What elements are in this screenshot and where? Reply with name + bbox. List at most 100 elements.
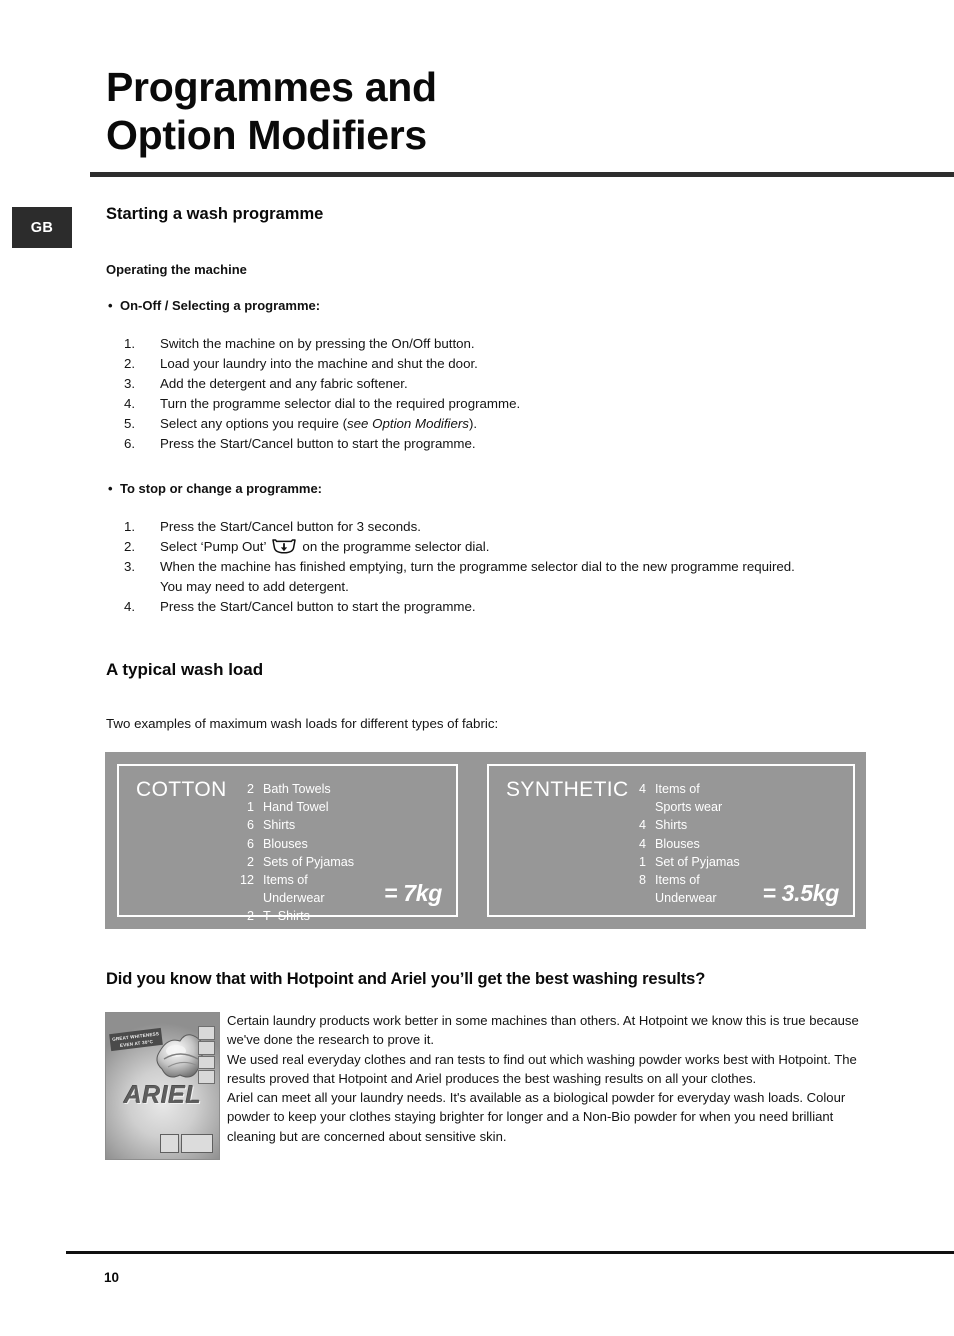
list-item: 12 Items of Underwear — [237, 871, 354, 907]
item-label: Blouses — [655, 836, 700, 851]
bullet-dot-icon: • — [108, 481, 113, 496]
item-label: Sets of Pyjamas — [263, 854, 354, 869]
list-item: 6. Press the Start/Cancel button to star… — [124, 434, 520, 454]
item-quantity: 12 — [239, 873, 254, 888]
footer-divider — [66, 1251, 954, 1254]
steps-list-stop-change: 1. Press the Start/Cancel button for 3 s… — [124, 517, 795, 617]
wash-load-panel-cotton: COTTON 2 Bath Towels 1 Hand Towel 6 Shir… — [117, 764, 458, 923]
section-heading-ariel-promo: Did you know that with Hotpoint and Arie… — [106, 970, 706, 988]
item-label: Items of Underwear — [263, 873, 325, 906]
wash-panel-total-weight: = 7kg — [384, 880, 442, 906]
ariel-paragraph: We used real everyday clothes and ran te… — [227, 1051, 857, 1086]
section-heading-typical-wash-load: A typical wash load — [106, 660, 264, 679]
wash-load-panel-synthetic: SYNTHETIC 4 Items of Sports wear 4 Shirt… — [487, 764, 855, 917]
list-item: 2 Sets of Pyjamas — [237, 853, 354, 871]
page-number: 10 — [104, 1270, 120, 1285]
list-item: 4. Turn the programme selector dial to t… — [124, 394, 520, 414]
item-quantity: 4 — [638, 818, 646, 833]
list-item: 2 T–Shirts — [237, 907, 354, 925]
page-title-line-2: Option Modifiers — [106, 111, 427, 158]
bullet-label: On-Off / Selecting a programme: — [120, 298, 321, 313]
list-item: 4. Press the Start/Cancel button to star… — [124, 597, 795, 617]
item-label: Shirts — [263, 818, 296, 833]
step-number: 1. — [124, 336, 136, 351]
step-number: 4. — [124, 396, 136, 411]
list-item: 2. Select ‘Pump Out’ on the programme sel… — [124, 537, 795, 557]
step-text: When the machine has finished emptying, … — [160, 559, 795, 594]
list-item: 4 Items of Sports wear — [629, 780, 740, 816]
list-item: 1 Hand Towel — [237, 798, 354, 816]
step-text: Press the Start/Cancel button to start t… — [160, 436, 476, 451]
step-text: Turn the programme selector dial to the … — [160, 396, 521, 411]
item-quantity: 2 — [246, 909, 254, 924]
pack-side-icon — [198, 1055, 215, 1070]
item-label: Hand Towel — [263, 800, 329, 815]
bullet-dot-icon: • — [108, 298, 113, 313]
step-text: Switch the machine on by pressing the On… — [160, 336, 475, 351]
list-item: 4 Blouses — [629, 835, 740, 853]
item-label: Set of Pyjamas — [655, 854, 740, 869]
ariel-paragraph: Certain laundry products work better in … — [227, 1013, 859, 1048]
list-item: 6 Blouses — [237, 835, 354, 853]
item-quantity: 2 — [246, 854, 254, 869]
ariel-brand-wordmark: ARIEL — [123, 1081, 202, 1109]
ariel-paragraph: Ariel can meet all your laundry needs. I… — [227, 1090, 846, 1144]
step-number: 1. — [124, 519, 136, 534]
item-label: Shirts — [655, 818, 688, 833]
step-number: 5. — [124, 416, 136, 431]
section-heading-starting-wash-programme: Starting a wash programme — [106, 205, 324, 223]
step-text: Load your laundry into the machine and s… — [160, 356, 478, 371]
bullet-label: To stop or change a programme: — [120, 481, 323, 496]
pack-bottom-icon-strip — [160, 1134, 213, 1153]
step-text-emphasis: see Option Modifiers — [347, 416, 469, 431]
bullet-on-off-selecting-programme: • On-Off / Selecting a programme: — [108, 298, 321, 313]
subheading-operating-the-machine: Operating the machine — [106, 262, 247, 277]
step-text: Select any options you require (see Opti… — [160, 414, 520, 434]
pack-side-icon — [198, 1026, 215, 1040]
locale-badge-gb: GB — [12, 207, 72, 248]
list-item: 3. When the machine has finished emptyin… — [124, 557, 795, 596]
list-item: 3. Add the detergent and any fabric soft… — [124, 374, 520, 394]
list-item: 4 Shirts — [629, 816, 740, 834]
step-number: 3. — [124, 376, 136, 391]
item-quantity: 4 — [638, 782, 646, 796]
pump-out-drain-icon — [271, 538, 297, 555]
list-item: 1 Set of Pyjamas — [629, 853, 740, 871]
item-label: Items of Sports wear — [655, 782, 723, 815]
step-number: 3. — [124, 559, 136, 574]
list-item: 2. Load your laundry into the machine an… — [124, 354, 520, 374]
page-title-line-1: Programmes and — [106, 64, 437, 110]
pack-bottom-icon — [181, 1134, 213, 1153]
list-item: 1. Press the Start/Cancel button for 3 s… — [124, 517, 795, 537]
item-quantity: 2 — [246, 782, 254, 796]
wash-panel-title: SYNTHETIC — [506, 778, 629, 801]
item-label: Items of Underwear — [655, 873, 717, 906]
item-label: T–Shirts — [263, 909, 310, 924]
wash-panel-title: COTTON — [136, 778, 227, 801]
ariel-promo-body: Certain laundry products work better in … — [227, 1011, 867, 1146]
header-divider — [90, 172, 954, 177]
step-number: 2. — [124, 539, 136, 554]
step-number: 4. — [124, 598, 136, 614]
list-item: 2 Bath Towels — [237, 780, 354, 798]
item-quantity: 8 — [638, 873, 646, 888]
typical-load-intro-text: Two examples of maximum wash loads for d… — [106, 716, 499, 731]
step-number: 2. — [124, 356, 136, 371]
page-title: Programmes and Option Modifiers — [106, 64, 806, 160]
wash-load-examples-band: COTTON 2 Bath Towels 1 Hand Towel 6 Shir… — [105, 752, 866, 929]
step-text-after: ). — [468, 416, 478, 431]
wash-panel-total-weight: = 3.5kg — [762, 880, 839, 906]
step-text-before: Select any options you require ( — [160, 416, 348, 431]
wash-panel-item-list: 4 Items of Sports wear 4 Shirts 4 Blouse… — [629, 780, 740, 907]
step-text: Press the Start/Cancel button for 3 seco… — [160, 519, 421, 534]
item-quantity: 1 — [246, 800, 254, 815]
list-item: 1. Switch the machine on by pressing the… — [124, 334, 520, 354]
steps-list-on-off: 1. Switch the machine on by pressing the… — [124, 334, 520, 454]
item-quantity: 1 — [638, 854, 646, 869]
item-label: Bath Towels — [263, 782, 331, 796]
pack-bottom-icon — [160, 1134, 179, 1153]
step-text-before: Select ‘Pump Out’ — [160, 539, 267, 554]
ariel-detergent-pack-image: GREAT WHITENESS EVEN AT 30°C ARIEL — [105, 1012, 220, 1160]
list-item: 8 Items of Underwear — [629, 871, 740, 907]
step-text-after: on the programme selector dial. — [302, 539, 490, 554]
